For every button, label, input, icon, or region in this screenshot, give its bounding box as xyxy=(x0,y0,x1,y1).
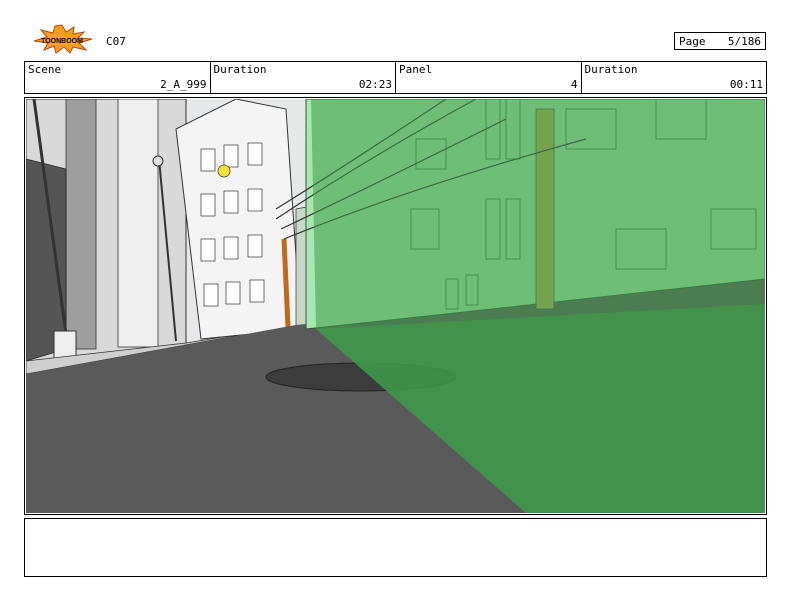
street-scene-drawing xyxy=(26,99,765,513)
panel-duration-value: 00:11 xyxy=(729,78,763,91)
toonboom-logo: TOONBOOM xyxy=(26,24,98,54)
panel-duration-label: Duration xyxy=(584,63,638,76)
scene-duration-label: Duration xyxy=(213,63,267,76)
panel-value: 4 xyxy=(570,78,578,91)
page-label: Page xyxy=(679,34,706,48)
info-bar: Scene 2_A_999 Duration 02:23 Panel 4 Dur… xyxy=(24,61,767,94)
panel-duration-field: Duration 00:11 xyxy=(582,62,767,93)
scene-duration-value: 02:23 xyxy=(358,78,392,91)
scene-duration-field: Duration 02:23 xyxy=(211,62,396,93)
page-value: 5/186 xyxy=(727,34,761,48)
scene-code: C07 xyxy=(106,35,126,48)
scene-label: Scene xyxy=(28,63,62,76)
panel-image[interactable] xyxy=(24,97,767,515)
panel-label: Panel xyxy=(399,63,433,76)
panel-field: Panel 4 xyxy=(396,62,582,93)
scene-value: 2_A_999 xyxy=(160,78,207,91)
logo-text: TOONBOOM xyxy=(41,38,83,45)
scene-field: Scene 2_A_999 xyxy=(25,62,211,93)
page-indicator: Page 5/186 xyxy=(674,32,766,50)
notes-box[interactable] xyxy=(24,518,767,577)
